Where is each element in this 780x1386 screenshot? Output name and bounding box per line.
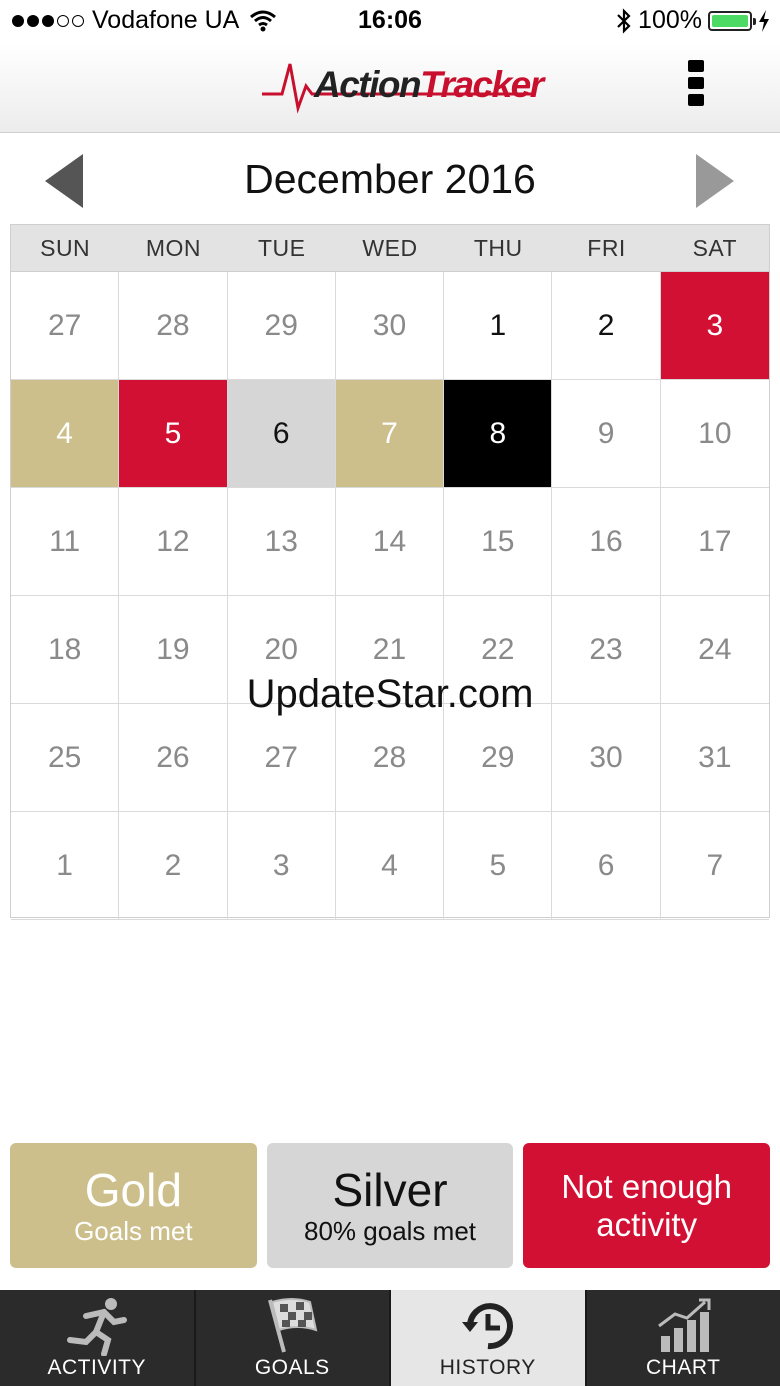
- calendar-day[interactable]: 23: [552, 596, 661, 704]
- calendar-day[interactable]: 28: [119, 272, 228, 380]
- calendar-day[interactable]: 7: [335, 380, 445, 488]
- calendar-day[interactable]: 12: [119, 488, 228, 596]
- legend-red-line1: Not enough: [561, 1167, 732, 1205]
- calendar-day[interactable]: 1: [444, 272, 553, 380]
- calendar-day[interactable]: 2: [119, 812, 228, 920]
- calendar-day[interactable]: 16: [552, 488, 661, 596]
- weekday-header: SUN MON TUE WED THU FRI SAT: [11, 225, 769, 272]
- calendar-day[interactable]: 7: [660, 812, 769, 920]
- legend-silver: Silver 80% goals met: [266, 1143, 514, 1268]
- weekday-fri: FRI: [587, 235, 626, 261]
- calendar-day[interactable]: 5: [444, 812, 553, 920]
- legend-not-enough: Not enough activity: [523, 1143, 771, 1268]
- calendar-day[interactable]: 8: [444, 380, 553, 488]
- weekday-sat: SAT: [692, 235, 738, 261]
- charging-bolt-icon: [759, 9, 769, 32]
- checkered-flag-icon: [268, 1298, 318, 1353]
- calendar-day[interactable]: 13: [227, 488, 336, 596]
- legend-gold-subtitle: Goals met: [74, 1215, 193, 1246]
- calendar-day[interactable]: 3: [227, 812, 336, 920]
- calendar-day[interactable]: 26: [119, 704, 228, 812]
- month-title: December 2016: [244, 156, 536, 202]
- calendar-day[interactable]: 3: [660, 272, 769, 380]
- legend-gold-title: Gold: [84, 1163, 182, 1216]
- status-bar: Vodafone UA 16:06 100%: [0, 0, 780, 44]
- tab-activity[interactable]: ACTIVITY: [0, 1290, 194, 1386]
- calendar-day[interactable]: 17: [660, 488, 769, 596]
- legend-red-line2: activity: [596, 1205, 698, 1243]
- legend: Gold Goals met Silver 80% goals met Not …: [10, 1143, 771, 1268]
- weekday-mon: MON: [145, 235, 201, 261]
- running-person-icon: [66, 1298, 127, 1356]
- battery-percent: 100%: [638, 6, 702, 34]
- calendar-day[interactable]: 14: [335, 488, 445, 596]
- tab-activity-label: ACTIVITY: [47, 1356, 146, 1379]
- calendar-day[interactable]: 1: [11, 812, 120, 920]
- calendar-day[interactable]: 6: [227, 380, 336, 488]
- logo-text-action: Action: [314, 64, 422, 105]
- tab-history-label: HISTORY: [439, 1356, 536, 1379]
- action-tracker-logo: ActionTracker: [262, 56, 544, 116]
- weekday-tue: TUE: [257, 235, 306, 261]
- logo-text: ActionTracker: [314, 64, 544, 106]
- tab-bar: ACTIVITY GOALS HISTORY CHART: [0, 1290, 780, 1386]
- calendar-day[interactable]: 2: [552, 272, 661, 380]
- tab-goals[interactable]: GOALS: [193, 1290, 390, 1386]
- weekday-thu: THU: [473, 235, 523, 261]
- next-month-arrow-icon[interactable]: [696, 154, 734, 208]
- bluetooth-icon: [617, 7, 631, 34]
- calendar-day[interactable]: 11: [11, 488, 120, 596]
- tab-chart-label: CHART: [646, 1356, 721, 1379]
- calendar-day[interactable]: 29: [444, 704, 553, 812]
- legend-gold: Gold Goals met: [10, 1143, 257, 1268]
- tab-chart[interactable]: CHART: [584, 1290, 780, 1386]
- weekday-sun: SUN: [40, 235, 91, 261]
- calendar-grid: SUN MON TUE WED THU FRI SAT 27 28 29 30 1 2 3 4 5 6 7 8 9 1…: [10, 224, 770, 920]
- bar-chart-icon: [658, 1298, 711, 1352]
- calendar-day[interactable]: 5: [119, 380, 228, 488]
- calendar-day[interactable]: 10: [660, 380, 769, 488]
- calendar-day[interactable]: 6: [552, 812, 661, 920]
- days-grid: 27 28 29 30 1 2 3 4 5 6 7 8 9 10 11 12 13 14 15 16 17 18 19 20 2…: [11, 272, 769, 920]
- calendar-day[interactable]: 28: [335, 704, 445, 812]
- calendar-day[interactable]: 27: [11, 272, 120, 380]
- calendar-day[interactable]: 4: [11, 380, 120, 488]
- calendar-day[interactable]: 25: [11, 704, 120, 812]
- calendar-day[interactable]: 15: [444, 488, 553, 596]
- status-right: 100%: [616, 6, 770, 35]
- calendar-day[interactable]: 18: [11, 596, 120, 704]
- tab-history[interactable]: HISTORY: [389, 1290, 585, 1386]
- kebab-menu-icon[interactable]: [682, 60, 710, 118]
- month-navigation: December 2016: [0, 138, 780, 224]
- weekday-wed: WED: [362, 235, 418, 261]
- calendar-day[interactable]: 19: [119, 596, 228, 704]
- calendar-day[interactable]: 21: [335, 596, 445, 704]
- calendar-day[interactable]: 30: [335, 272, 445, 380]
- battery-icon: [708, 10, 756, 31]
- calendar-day[interactable]: 24: [660, 596, 769, 704]
- legend-silver-subtitle: 80% goals met: [304, 1215, 476, 1246]
- calendar-day[interactable]: 30: [552, 704, 661, 812]
- calendar-day[interactable]: 4: [335, 812, 445, 920]
- tab-goals-label: GOALS: [254, 1356, 330, 1379]
- calendar-day[interactable]: 27: [227, 704, 336, 812]
- legend-silver-title: Silver: [332, 1163, 448, 1216]
- calendar-day[interactable]: 20: [227, 596, 336, 704]
- calendar-day[interactable]: 22: [444, 596, 553, 704]
- calendar-day[interactable]: 31: [660, 704, 769, 812]
- history-clock-icon: [461, 1303, 513, 1350]
- calendar-day[interactable]: 29: [227, 272, 336, 380]
- calendar-day[interactable]: 9: [552, 380, 661, 488]
- app-header: ActionTracker: [0, 44, 780, 133]
- logo-text-tracker: Tracker: [420, 64, 544, 105]
